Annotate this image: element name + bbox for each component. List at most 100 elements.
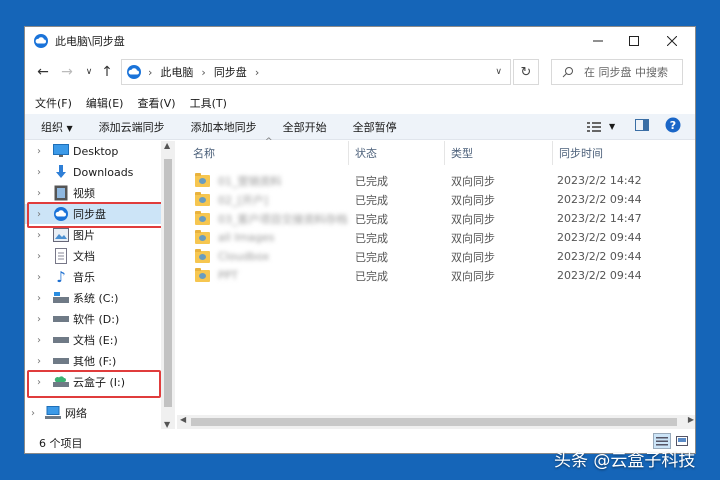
file-row[interactable]: Cloudbox 已完成 双向同步 2023/2/2 09:44 bbox=[177, 247, 695, 266]
file-type: 双向同步 bbox=[451, 250, 495, 264]
scroll-left-icon[interactable]: ◀ bbox=[180, 415, 186, 424]
cloud-sync-icon bbox=[34, 34, 48, 48]
file-status: 已完成 bbox=[355, 193, 388, 207]
nav-label: 音乐 bbox=[73, 271, 95, 284]
minimize-button[interactable] bbox=[581, 27, 615, 55]
nav-label: 视频 bbox=[73, 187, 95, 200]
file-type: 双向同步 bbox=[451, 212, 495, 226]
file-status: 已完成 bbox=[355, 250, 388, 264]
chevron-right-icon[interactable]: › bbox=[37, 146, 41, 157]
sync-folder-icon bbox=[195, 172, 210, 187]
chevron-right-icon[interactable]: › bbox=[37, 335, 41, 346]
forward-button[interactable]: → bbox=[57, 59, 77, 85]
sync-folder-icon bbox=[195, 229, 210, 244]
nav-scrollbar[interactable]: ▲ ▼ bbox=[161, 141, 175, 429]
sync-folder-icon bbox=[195, 248, 210, 263]
up-button[interactable]: ↑ bbox=[97, 59, 117, 85]
nav-item-videos[interactable]: › 视频 bbox=[25, 183, 175, 203]
recent-locations-button[interactable]: ∨ bbox=[79, 59, 99, 85]
help-icon: ? bbox=[665, 117, 681, 133]
file-row[interactable]: all Images 已完成 双向同步 2023/2/2 09:44 bbox=[177, 228, 695, 247]
horizontal-scrollbar-thumb[interactable] bbox=[191, 418, 677, 426]
download-arrow-icon bbox=[53, 164, 69, 180]
drive-icon bbox=[53, 311, 69, 327]
highlight-cloudbox-drive bbox=[27, 370, 161, 398]
chevron-right-icon[interactable]: › bbox=[37, 230, 41, 241]
breadcrumb-this-pc[interactable]: 此电脑 bbox=[160, 64, 193, 80]
chevron-right-icon[interactable]: › bbox=[37, 314, 41, 325]
nav-item-drive-f[interactable]: › 其他 (F:) bbox=[25, 351, 175, 371]
menu-view[interactable]: 查看(V) bbox=[137, 95, 175, 111]
column-header-status[interactable]: 状态 bbox=[349, 141, 445, 165]
column-header-sync-time[interactable]: 同步时间 bbox=[553, 141, 683, 165]
nav-item-desktop[interactable]: › Desktop bbox=[25, 141, 175, 161]
watermark: 头条 @云盒子科技 bbox=[554, 451, 696, 471]
close-button[interactable] bbox=[655, 27, 689, 55]
help-button[interactable]: ? bbox=[665, 117, 681, 136]
preview-pane-button[interactable] bbox=[635, 119, 649, 134]
column-header-row: 名称 ^ 状态 类型 同步时间 bbox=[177, 137, 695, 165]
chevron-right-icon[interactable]: › bbox=[37, 251, 41, 262]
scroll-down-icon[interactable]: ▼ bbox=[164, 420, 170, 429]
maximize-icon bbox=[629, 36, 639, 46]
chevron-right-icon[interactable]: › bbox=[37, 272, 41, 283]
nav-label: Desktop bbox=[73, 144, 119, 158]
chevron-right-icon[interactable]: › bbox=[31, 408, 35, 419]
details-view-icon bbox=[587, 121, 601, 132]
add-cloud-sync-button[interactable]: 添加云端同步 bbox=[99, 119, 165, 135]
nav-item-downloads[interactable]: › Downloads bbox=[25, 162, 175, 182]
highlight-sync-drive bbox=[27, 202, 165, 228]
close-icon bbox=[667, 36, 677, 46]
file-sync-time: 2023/2/2 09:44 bbox=[557, 193, 642, 206]
preview-pane-icon bbox=[635, 119, 649, 131]
breadcrumb-sync-drive[interactable]: 同步盘 bbox=[214, 64, 247, 80]
view-options-button[interactable]: ▼ bbox=[587, 121, 615, 133]
file-row[interactable]: 01_营销资料 已完成 双向同步 2023/2/2 14:42 bbox=[177, 171, 695, 190]
refresh-button[interactable]: ↻ bbox=[513, 59, 539, 85]
address-history-dropdown[interactable]: ∨ bbox=[495, 67, 502, 77]
nav-item-network[interactable]: › 网络 bbox=[25, 403, 175, 423]
file-row[interactable]: 03_客户项目交接资料存档 已完成 双向同步 2023/2/2 14:47 bbox=[177, 209, 695, 228]
content-horizontal-scrollbar[interactable]: ◀ ▶ bbox=[177, 415, 695, 429]
nav-item-drive-d[interactable]: › 软件 (D:) bbox=[25, 309, 175, 329]
maximize-button[interactable] bbox=[617, 27, 651, 55]
start-all-button[interactable]: 全部开始 bbox=[283, 119, 327, 135]
nav-label: 系统 (C:) bbox=[73, 292, 119, 305]
organize-button[interactable]: 组织 ▼ bbox=[41, 119, 73, 135]
chevron-right-icon[interactable]: › bbox=[37, 356, 41, 367]
search-input[interactable]: 在 同步盘 中搜索 bbox=[551, 59, 683, 85]
nav-scrollbar-thumb[interactable] bbox=[164, 159, 172, 407]
nav-item-pictures[interactable]: › 图片 bbox=[25, 225, 175, 245]
address-bar[interactable]: › 此电脑 › 同步盘 › ∨ bbox=[121, 59, 511, 85]
chevron-right-icon[interactable]: › bbox=[37, 167, 41, 178]
file-status: 已完成 bbox=[355, 212, 388, 226]
scroll-right-icon[interactable]: ▶ bbox=[688, 415, 694, 424]
file-name: 02_[开户] bbox=[218, 193, 269, 207]
pause-all-button[interactable]: 全部暂停 bbox=[353, 119, 397, 135]
chevron-right-icon[interactable]: › bbox=[37, 188, 41, 199]
caret-down-icon: ▼ bbox=[66, 123, 73, 133]
nav-item-drive-e[interactable]: › 文档 (E:) bbox=[25, 330, 175, 350]
nav-item-drive-c[interactable]: › 系统 (C:) bbox=[25, 288, 175, 308]
arrow-right-icon: → bbox=[61, 64, 73, 80]
file-name: PPT bbox=[218, 269, 238, 282]
column-header-type[interactable]: 类型 bbox=[445, 141, 553, 165]
file-row[interactable]: 02_[开户] 已完成 双向同步 2023/2/2 09:44 bbox=[177, 190, 695, 209]
video-icon bbox=[53, 185, 69, 201]
nav-item-music[interactable]: › ♪ 音乐 bbox=[25, 267, 175, 287]
nav-label: 图片 bbox=[73, 229, 95, 242]
minimize-icon bbox=[593, 40, 603, 42]
file-row[interactable]: PPT 已完成 双向同步 2023/2/2 09:44 bbox=[177, 266, 695, 285]
command-toolbar: 组织 ▼ 添加云端同步 添加本地同步 全部开始 全部暂停 ▼ ? bbox=[25, 114, 695, 140]
menu-file[interactable]: 文件(F) bbox=[35, 95, 72, 111]
add-local-sync-button[interactable]: 添加本地同步 bbox=[191, 119, 257, 135]
chevron-right-icon[interactable]: › bbox=[37, 293, 41, 304]
menu-tools[interactable]: 工具(T) bbox=[190, 95, 227, 111]
refresh-icon: ↻ bbox=[520, 64, 532, 80]
menu-edit[interactable]: 编辑(E) bbox=[86, 95, 124, 111]
nav-item-documents[interactable]: › 文档 bbox=[25, 246, 175, 266]
back-button[interactable]: ← bbox=[33, 59, 53, 85]
file-sync-time: 2023/2/2 09:44 bbox=[557, 269, 642, 282]
column-header-label: 同步时间 bbox=[559, 147, 603, 160]
scroll-up-icon[interactable]: ▲ bbox=[164, 141, 170, 150]
